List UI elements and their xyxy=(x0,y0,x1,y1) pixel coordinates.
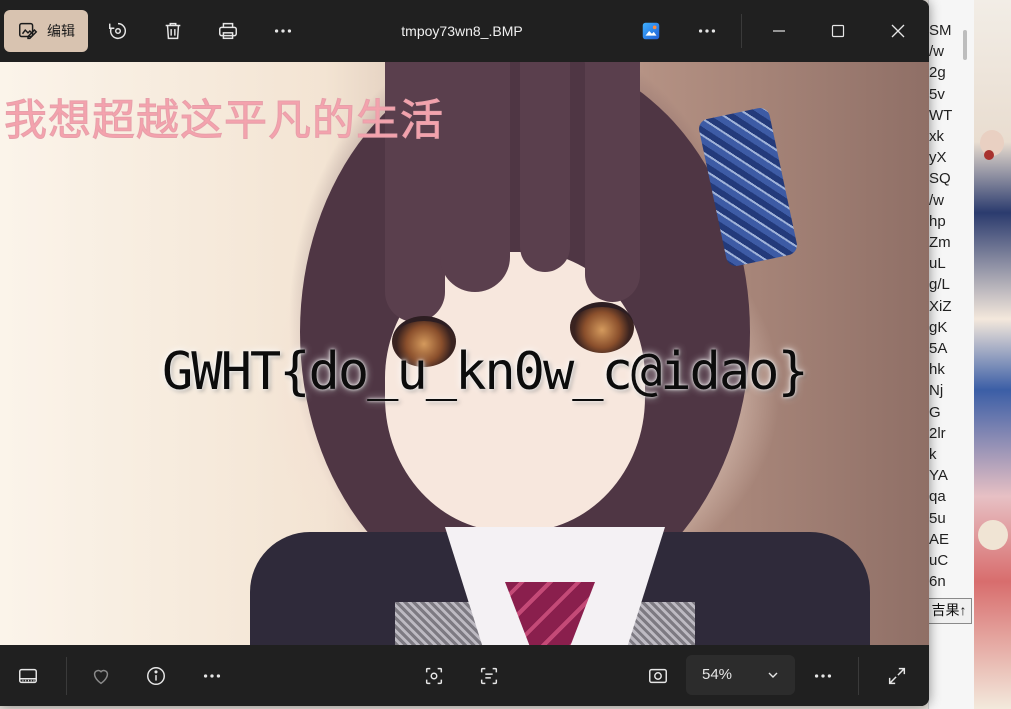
window-title: tmpoy73wn8_.BMP xyxy=(401,23,523,39)
more-options-button[interactable] xyxy=(262,10,304,52)
background-text-line: /w xyxy=(929,191,944,209)
background-text-line: 5v xyxy=(929,85,945,103)
visual-search-icon xyxy=(425,667,443,685)
background-text-line: g/L xyxy=(929,276,950,294)
print-icon xyxy=(219,22,237,40)
background-text-line: G xyxy=(929,403,941,421)
sort-arrow-icon: ↑ xyxy=(959,602,967,618)
open-with-app-button[interactable] xyxy=(630,10,672,52)
background-text-line: 5u xyxy=(929,509,946,527)
adjust-app-icon xyxy=(642,22,660,40)
rotate-icon xyxy=(109,22,127,39)
fit-icon xyxy=(649,668,667,684)
background-text-line: XiZ xyxy=(929,297,952,315)
background-text-line: qa xyxy=(929,488,946,506)
info-button[interactable] xyxy=(135,655,177,697)
delete-button[interactable] xyxy=(152,10,194,52)
background-text-line: SM xyxy=(929,22,952,39)
close-button[interactable] xyxy=(869,0,927,62)
more-icon xyxy=(274,29,292,33)
ocr-text-icon xyxy=(480,667,498,685)
image-caption-text: 我想超越这平凡的生活 xyxy=(4,96,444,147)
background-result-button[interactable]: 吉果↑ xyxy=(926,598,972,624)
more-icon xyxy=(814,674,832,678)
edit-button[interactable]: 编辑 xyxy=(4,10,88,52)
background-text-line: xk xyxy=(929,128,944,145)
background-text-line: 5A xyxy=(929,340,948,357)
maximize-icon xyxy=(831,24,845,38)
bottom-divider xyxy=(858,657,859,695)
background-text-line: 2lr xyxy=(929,424,946,442)
background-text-line: 6n xyxy=(929,573,946,591)
toolbar-divider xyxy=(741,14,742,48)
background-text-line: /w xyxy=(929,43,944,61)
background-text-line: gK xyxy=(929,318,948,336)
close-icon xyxy=(891,24,905,38)
zoom-more-button[interactable] xyxy=(802,655,844,697)
background-text-line: uL xyxy=(929,255,946,273)
more-icon xyxy=(698,29,716,33)
chevron-down-icon xyxy=(768,672,778,678)
fullscreen-icon xyxy=(888,667,906,685)
filmstrip-icon xyxy=(19,668,37,684)
visual-search-button[interactable] xyxy=(413,655,455,697)
background-text-line: YA xyxy=(929,467,948,485)
edit-label: 编辑 xyxy=(47,24,75,40)
text-recognition-button[interactable] xyxy=(468,655,510,697)
bottom-divider xyxy=(66,657,67,695)
delete-icon xyxy=(165,22,181,40)
background-text-line: WT xyxy=(929,106,953,124)
background-text-line: Zm xyxy=(929,234,951,251)
info-icon xyxy=(147,667,165,685)
minimize-button[interactable] xyxy=(750,0,808,62)
background-text-line: AE xyxy=(929,530,950,548)
background-text-line: uC xyxy=(929,552,949,569)
rotate-button[interactable] xyxy=(97,10,139,52)
bottom-toolbar: 54% xyxy=(0,645,929,706)
background-artwork xyxy=(974,0,1011,709)
more-options-button-2[interactable] xyxy=(686,10,728,52)
filmstrip-button[interactable] xyxy=(7,655,49,697)
image-canvas[interactable]: 我想超越这平凡的生活 GWHT{do_u_kn0w_c@idao} xyxy=(0,62,929,645)
heart-icon xyxy=(93,669,109,685)
photos-window: 编辑 tmpoy73wn8_.BMP 我想超越这平凡的生活 GWHT{do_u_… xyxy=(0,0,929,706)
favorite-button[interactable] xyxy=(80,655,122,697)
background-result-label: 吉果 xyxy=(931,602,960,618)
background-text-line: yX xyxy=(929,149,947,167)
background-text-line: SQ xyxy=(929,170,951,188)
maximize-button[interactable] xyxy=(809,0,867,62)
edit-icon xyxy=(19,22,38,40)
image-flag-text: GWHT{do_u_kn0w_c@idao} xyxy=(162,342,809,402)
top-toolbar: 编辑 tmpoy73wn8_.BMP xyxy=(0,0,929,62)
illustration-bang xyxy=(585,62,640,302)
illustration-bang xyxy=(520,62,570,272)
more-icon xyxy=(203,674,221,678)
fullscreen-button[interactable] xyxy=(876,655,918,697)
background-text-line: hk xyxy=(929,361,945,379)
background-scrollbar-thumb[interactable] xyxy=(963,30,967,60)
background-text-line: k xyxy=(929,446,937,463)
bottom-more-button[interactable] xyxy=(191,655,233,697)
zoom-dropdown[interactable]: 54% xyxy=(686,655,795,695)
zoom-value: 54% xyxy=(702,666,733,683)
illustration-bang xyxy=(440,62,510,292)
print-button[interactable] xyxy=(207,10,249,52)
fit-to-window-button[interactable] xyxy=(637,655,679,697)
minimize-icon xyxy=(773,30,785,32)
background-text-line: hp xyxy=(929,212,946,230)
background-text-line: 2g xyxy=(929,64,946,82)
background-text-line: Nj xyxy=(929,382,944,400)
